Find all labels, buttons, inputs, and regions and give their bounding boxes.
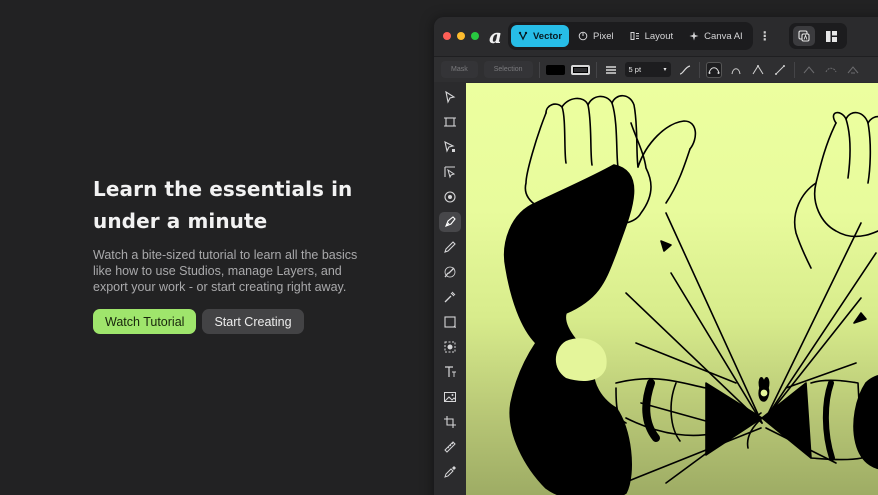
pen-tool[interactable]	[439, 212, 461, 232]
tab-pixel-label: Pixel	[593, 30, 614, 42]
maximize-window-icon[interactable]	[471, 32, 479, 40]
stroke-weight-field[interactable]: 5 pt ▾	[624, 62, 671, 77]
tab-canva-ai-label: Canva AI	[704, 30, 743, 42]
close-window-icon[interactable]	[443, 32, 451, 40]
rectangle-icon	[444, 316, 456, 328]
pressure-curve-icon[interactable]	[677, 62, 693, 78]
tab-vector[interactable]: Vector	[510, 25, 570, 47]
node-pointer-icon	[444, 140, 455, 153]
text-tool[interactable]	[439, 362, 461, 382]
corner-tool[interactable]	[439, 162, 461, 182]
intro-description: Watch a bite-sized tutorial to learn all…	[93, 248, 358, 294]
pencil-tool[interactable]	[439, 237, 461, 257]
node-tool[interactable]	[439, 137, 461, 157]
shape-builder-tool[interactable]	[439, 187, 461, 207]
color-picker-tool[interactable]	[439, 462, 461, 482]
fill-icon	[444, 291, 456, 303]
ruler-icon	[444, 441, 456, 453]
corner-icon	[444, 166, 456, 179]
node-sharp-icon[interactable]	[801, 62, 817, 78]
selection-button[interactable]: Selection	[483, 61, 533, 78]
studio-toggle-group	[788, 23, 847, 49]
line-art-illustration	[504, 94, 878, 495]
crop-icon	[444, 416, 456, 428]
eyedropper-icon	[444, 466, 456, 478]
more-menu-icon[interactable]: ⋮	[759, 29, 771, 43]
move-tool[interactable]	[439, 87, 461, 107]
shape-builder-icon	[444, 191, 456, 203]
assets-studio-button[interactable]	[792, 26, 815, 46]
tab-canva-ai[interactable]: Canva AI	[682, 25, 750, 47]
transparency-icon	[444, 341, 456, 353]
stroke-style-icon[interactable]	[603, 62, 619, 78]
watch-tutorial-button[interactable]: Watch Tutorial	[93, 309, 197, 334]
stroke-weight-value: 5 pt	[628, 65, 642, 74]
tab-layout[interactable]: Layout	[623, 25, 681, 47]
crop-tool[interactable]	[439, 412, 461, 432]
text-icon	[445, 366, 456, 377]
title-bar: a Vector Pixel Layout Canva AI ⋮	[434, 17, 878, 55]
measure-tool[interactable]	[439, 437, 461, 457]
vector-pen-icon	[518, 31, 528, 41]
layout-columns-icon	[630, 32, 639, 40]
vector-brush-tool[interactable]	[439, 262, 461, 282]
app-window: a Vector Pixel Layout Canva AI ⋮ Mask Se…	[434, 17, 878, 495]
chevron-down-icon: ▾	[663, 67, 667, 73]
smart-mode-icon[interactable]	[728, 62, 744, 78]
node-smart-icon[interactable]	[845, 62, 861, 78]
polygon-mode-icon[interactable]	[750, 62, 766, 78]
divider	[793, 61, 795, 78]
divider	[698, 61, 700, 78]
divider	[595, 61, 597, 78]
stroke-swatch[interactable]	[570, 64, 590, 75]
artboard-icon	[444, 117, 456, 127]
transparency-tool[interactable]	[439, 337, 461, 357]
window-controls	[443, 32, 479, 40]
persona-tabs: Vector Pixel Layout Canva AI	[507, 22, 753, 50]
intro-title: Learn the essentials in under a minute	[93, 177, 353, 233]
node-smooth-icon[interactable]	[823, 62, 839, 78]
fill-swatch[interactable]	[545, 64, 565, 75]
intro-panel: Learn the essentials in under a minute W…	[93, 173, 393, 334]
tools-panel	[434, 83, 466, 495]
line-mode-icon[interactable]	[772, 62, 788, 78]
tab-layout-label: Layout	[644, 30, 674, 42]
start-creating-button[interactable]: Start Creating	[202, 309, 304, 334]
fill-tool[interactable]	[439, 287, 461, 307]
brush-icon	[444, 266, 456, 278]
place-image-tool[interactable]	[439, 387, 461, 407]
document-canvas[interactable]	[466, 83, 878, 495]
pencil-icon	[444, 241, 456, 253]
app-logo: a	[489, 24, 502, 48]
layout-studio-button[interactable]	[821, 26, 843, 46]
rectangle-tool[interactable]	[439, 312, 461, 332]
intro-buttons: Watch Tutorial Start Creating	[93, 309, 393, 334]
pointer-icon	[445, 90, 456, 104]
assets-icon	[798, 30, 810, 42]
artboard-tool[interactable]	[439, 112, 461, 132]
divider	[538, 61, 540, 78]
tab-vector-label: Vector	[532, 30, 563, 42]
context-toolbar: Mask Selection 5 pt ▾	[434, 56, 878, 82]
minimize-window-icon[interactable]	[457, 32, 465, 40]
grid-panels-icon	[826, 30, 838, 42]
pen-nib-icon	[445, 216, 456, 227]
pixel-circle-icon	[578, 31, 588, 41]
sparkle-icon	[689, 31, 699, 41]
tab-pixel[interactable]: Pixel	[571, 25, 621, 47]
mask-button[interactable]: Mask	[441, 61, 478, 78]
image-icon	[444, 392, 456, 402]
pen-mode-icon[interactable]	[705, 61, 722, 78]
